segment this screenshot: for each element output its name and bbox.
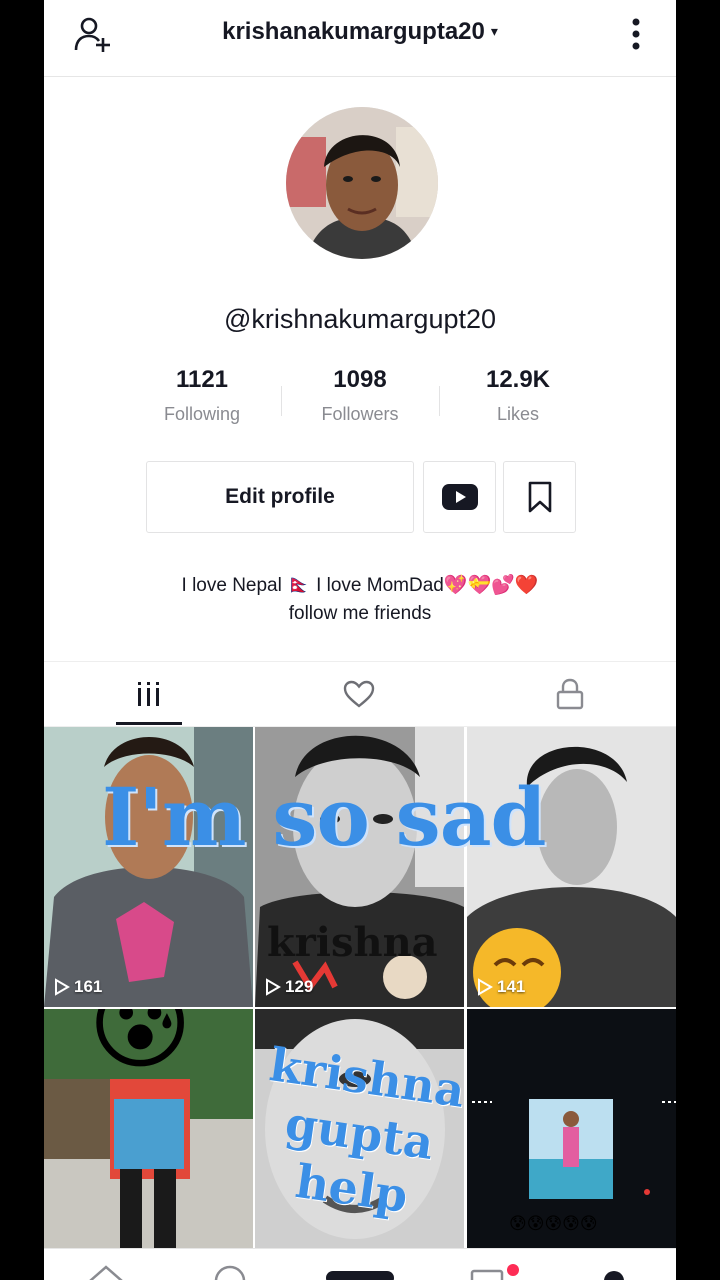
followers-stat[interactable]: 1098 Followers — [290, 366, 430, 425]
video-thumbnail[interactable]: 161 — [44, 727, 253, 1007]
profile-bio: I love Nepal 🇳🇵 I love MomDad💖💝💕❤️ follo… — [44, 572, 676, 628]
bottom-nav — [44, 1248, 676, 1280]
play-icon — [478, 978, 493, 996]
followers-count: 1098 — [333, 366, 387, 393]
account-switcher[interactable]: krishanakumargupta20 ▾ — [44, 18, 676, 46]
caret-down-icon: ▾ — [490, 23, 498, 39]
profile-stats: 1121 Following 1098 Followers 12.9K Like… — [44, 366, 676, 436]
heart-icon — [343, 680, 375, 708]
play-icon — [55, 978, 70, 996]
bio-line: I love Nepal 🇳🇵 I love MomDad💖💝💕❤️ — [181, 575, 539, 596]
more-options-icon[interactable] — [624, 14, 648, 54]
tab-private[interactable] — [500, 662, 640, 726]
profile-screen: krishanakumargupta20 ▾ @krishnakumargupt2… — [44, 0, 676, 1280]
video-thumbnail[interactable]: 😰😰😰😰😰 — [467, 1009, 676, 1249]
top-bar: krishanakumargupta20 ▾ — [44, 0, 676, 77]
view-count: 161 — [54, 977, 102, 997]
notification-dot — [507, 1264, 519, 1276]
followers-label: Followers — [321, 404, 399, 424]
content-tabs — [44, 661, 676, 727]
scared-emoji: 😰 — [88, 1009, 193, 1081]
view-count-value: 141 — [497, 977, 526, 996]
following-label: Following — [163, 404, 241, 424]
favorites-button[interactable] — [503, 461, 576, 533]
profile-handle: @krishnakumargupt20 — [223, 304, 497, 334]
create-button — [326, 1271, 394, 1280]
video-thumbnail[interactable]: 141 — [467, 727, 676, 1007]
likes-count: 12.9K — [485, 366, 551, 393]
bookmark-icon — [528, 481, 551, 513]
grid-icon — [138, 682, 159, 706]
overlay-text: I'm so sad — [102, 770, 546, 864]
view-count-value: 161 — [74, 977, 103, 996]
bio-line: follow me friends — [288, 603, 432, 624]
view-count: 141 — [477, 977, 525, 997]
header-username: krishanakumargupta20 — [222, 18, 485, 45]
video-caption: krishna — [267, 919, 438, 966]
youtube-icon — [441, 484, 478, 510]
edit-profile-button[interactable]: Edit profile — [146, 461, 414, 533]
profile-icon — [604, 1271, 624, 1280]
likes-label: Likes — [496, 404, 540, 424]
avatar[interactable] — [286, 107, 438, 259]
inbox-icon — [470, 1269, 504, 1280]
discover-icon — [214, 1265, 246, 1280]
active-tab-indicator — [116, 722, 182, 725]
youtube-button[interactable] — [423, 461, 496, 533]
tab-videos[interactable] — [79, 662, 219, 726]
following-count: 1121 — [175, 366, 229, 393]
video-thumbnail[interactable]: krishna 129 — [255, 727, 464, 1007]
following-stat[interactable]: 1121 Following — [132, 366, 272, 425]
view-count-value: 129 — [285, 977, 314, 996]
lock-icon — [556, 678, 584, 710]
video-caption: krishna gupta help — [255, 1036, 464, 1231]
stat-divider — [281, 386, 282, 416]
video-thumbnail[interactable]: krishna gupta help — [255, 1009, 464, 1249]
likes-stat[interactable]: 12.9K Likes — [448, 366, 588, 425]
tab-liked[interactable] — [289, 662, 429, 726]
stat-divider — [439, 386, 440, 416]
video-caption: 😰😰😰😰😰 — [509, 1214, 598, 1233]
play-icon — [266, 978, 281, 996]
video-thumbnail[interactable]: 😰 — [44, 1009, 253, 1249]
view-count: 129 — [265, 977, 313, 997]
home-icon — [89, 1265, 123, 1280]
